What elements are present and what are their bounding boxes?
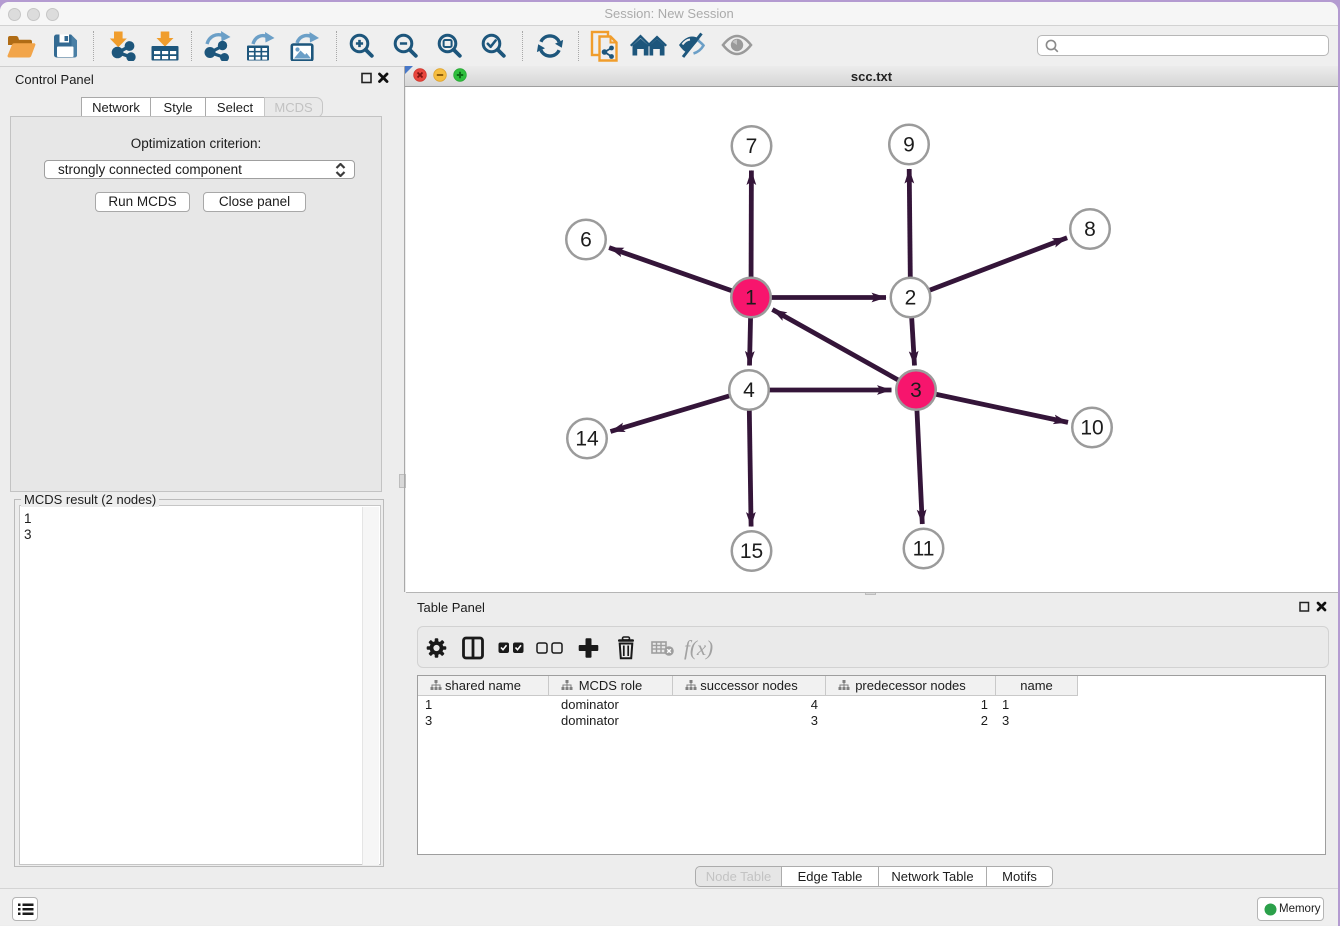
- svg-text:f(x): f(x): [684, 636, 713, 660]
- svg-text:11: 11: [913, 538, 935, 561]
- svg-text:1: 1: [745, 287, 757, 310]
- svg-text:9: 9: [903, 134, 915, 157]
- svg-text:4: 4: [743, 379, 755, 402]
- svg-text:6: 6: [580, 229, 592, 252]
- svg-text:14: 14: [575, 428, 599, 451]
- svg-text:15: 15: [740, 540, 763, 563]
- svg-text:10: 10: [1080, 417, 1103, 440]
- svg-text:3: 3: [910, 379, 922, 402]
- svg-text:2: 2: [905, 287, 917, 310]
- svg-text:7: 7: [746, 135, 758, 158]
- svg-text:8: 8: [1084, 218, 1096, 241]
